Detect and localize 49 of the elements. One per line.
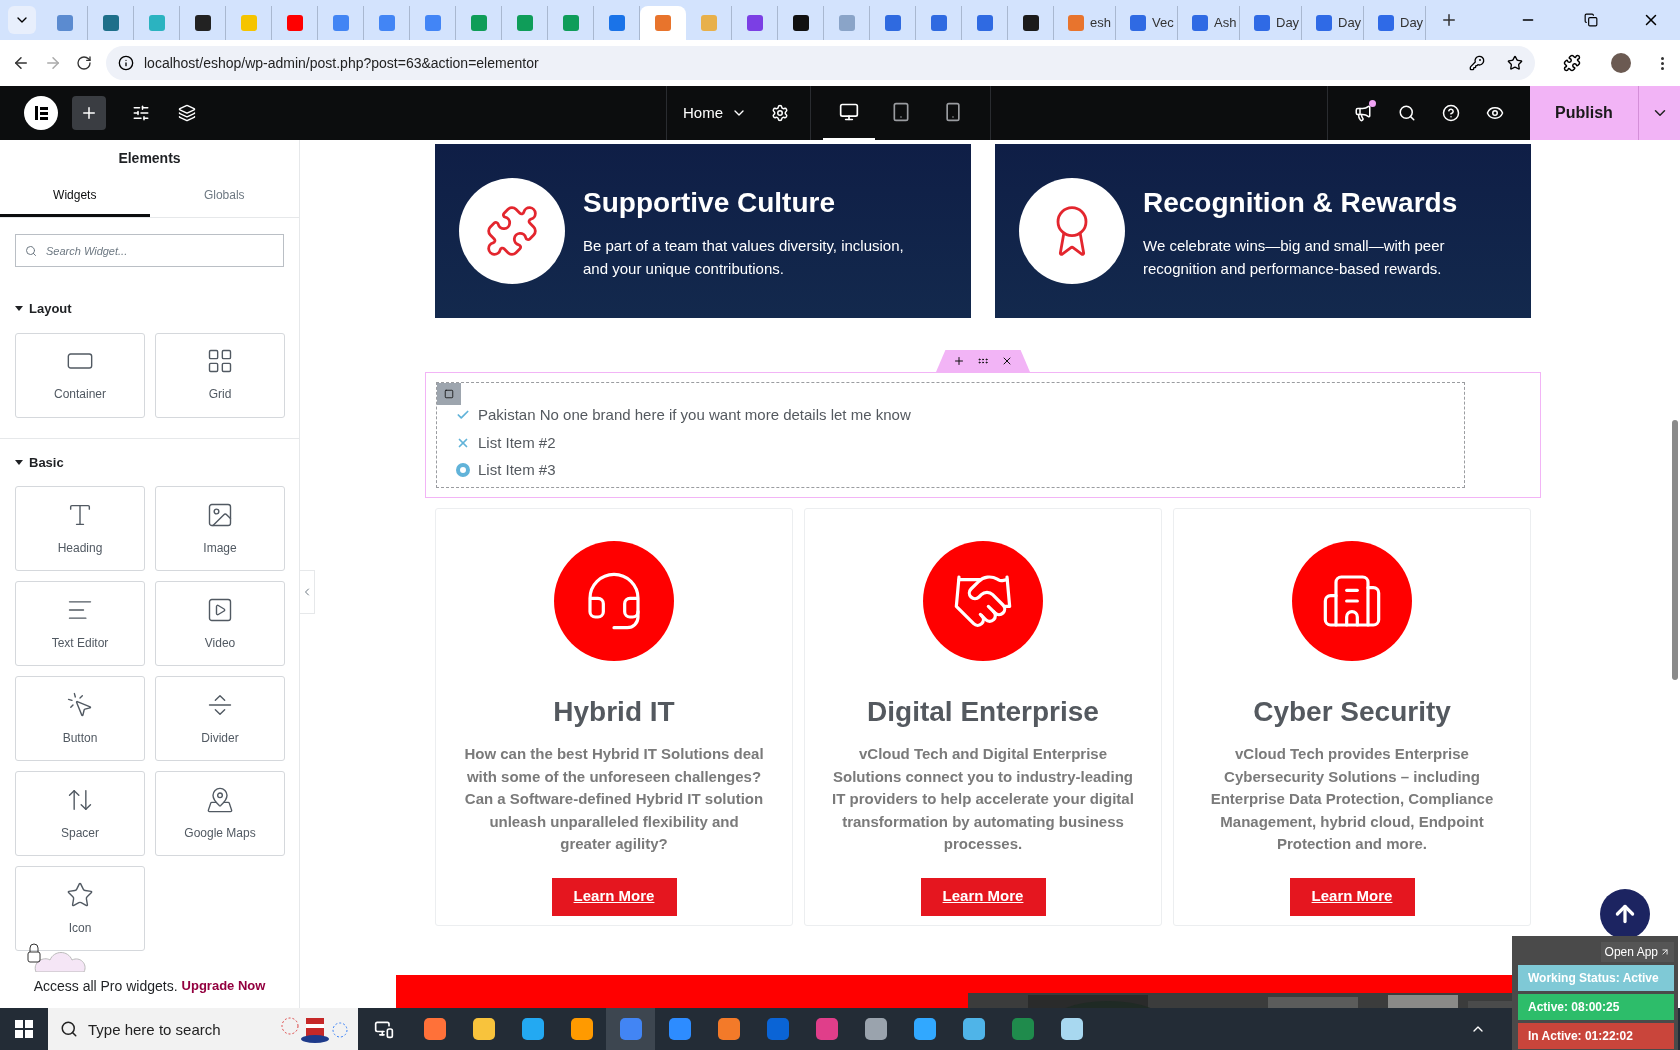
- widget-tile[interactable]: Text Editor: [15, 581, 145, 666]
- learn-more-button[interactable]: Learn More: [1289, 877, 1415, 916]
- status-label: Working Status: Active: [1518, 965, 1674, 991]
- service-title: Digital Enterprise: [867, 695, 1099, 729]
- widget-tile[interactable]: Divider: [155, 676, 285, 761]
- tab-title: Day: [1400, 14, 1424, 33]
- open-app-button[interactable]: Open App: [1600, 942, 1674, 962]
- panel-title: Elements: [117, 148, 182, 168]
- active-time: Active: 08:00:25: [1518, 994, 1674, 1020]
- widget-tile[interactable]: Container: [15, 332, 145, 418]
- feature-title: Supportive Culture: [583, 186, 836, 220]
- tab-title: Vec: [1152, 14, 1174, 33]
- address-field[interactable]: localhost/eshop/wp-admin/post.php?post=63&action=elementor: [106, 46, 1535, 80]
- service-title: Hybrid IT: [553, 695, 675, 729]
- category-header[interactable]: Layout: [15, 299, 72, 319]
- feature-title: Recognition & Rewards: [1143, 186, 1459, 220]
- category-header[interactable]: Basic: [15, 452, 64, 472]
- tab-title: Day: [1338, 14, 1362, 33]
- tab-title: Day: [1276, 14, 1300, 33]
- publish-button[interactable]: Publish: [1530, 86, 1638, 140]
- widget-tile[interactable]: Spacer: [15, 771, 145, 856]
- tab-title: esh: [1090, 14, 1111, 33]
- feature-text: We celebrate wins—big and small—with peer recognition and performance-based rewards.: [1143, 236, 1446, 279]
- list-item-text: List Item #3: [478, 460, 556, 480]
- feature-text: Be part of a team that values diversity, inclusion, and your unique contributions.: [583, 236, 905, 279]
- list-item-text: List Item #2: [478, 432, 556, 453]
- panel-tab[interactable]: Globals: [149, 176, 299, 217]
- widget-search-field[interactable]: Search Widget...: [15, 234, 284, 267]
- inactive-time: In Active: 01:22:02: [1518, 1023, 1674, 1049]
- widget-tile[interactable]: Video: [155, 581, 285, 666]
- learn-more-button[interactable]: Learn More: [920, 877, 1046, 916]
- list-item-text: Pakistan No one brand here if you want more details let me know: [478, 405, 911, 425]
- widget-tile[interactable]: Button: [15, 676, 145, 761]
- page-dropdown[interactable]: Home: [683, 101, 747, 125]
- tab-title: Ash: [1214, 14, 1237, 33]
- widget-tile[interactable]: Heading: [15, 486, 145, 571]
- learn-more-button[interactable]: Learn More: [551, 877, 677, 916]
- widget-tile[interactable]: Image: [155, 486, 285, 571]
- widget-tile[interactable]: Icon: [15, 866, 145, 951]
- taskbar-search-field[interactable]: Type here to search: [48, 1008, 358, 1050]
- service-text: vCloud Tech and Digital Enterprise Solutions connect you to industry-leading IT providers to help accelerate your digital transformation by automating business processes.: [831, 744, 1135, 854]
- service-title: Cyber Security: [1253, 695, 1451, 729]
- service-text: How can the best Hybrid IT Solutions deal with some of the unforeseen challenges? Can a Software-defined Hybrid IT solution unleash unparalleled flexibility and greater agility?: [463, 744, 765, 854]
- widget-tile[interactable]: Grid: [155, 332, 285, 418]
- widget-tile[interactable]: Google Maps: [155, 771, 285, 856]
- service-text: vCloud Tech provides Enterprise Cybersecurity Solutions – including Enterprise Data Protection, Compliance Management, hybrid cloud, Endpoint Protection and more.: [1209, 744, 1495, 854]
- promo-text: Access all Pro widgets.: [33, 976, 178, 996]
- panel-tab[interactable]: Widgets: [0, 176, 150, 217]
- upgrade-link[interactable]: Upgrade Now: [181, 976, 266, 996]
